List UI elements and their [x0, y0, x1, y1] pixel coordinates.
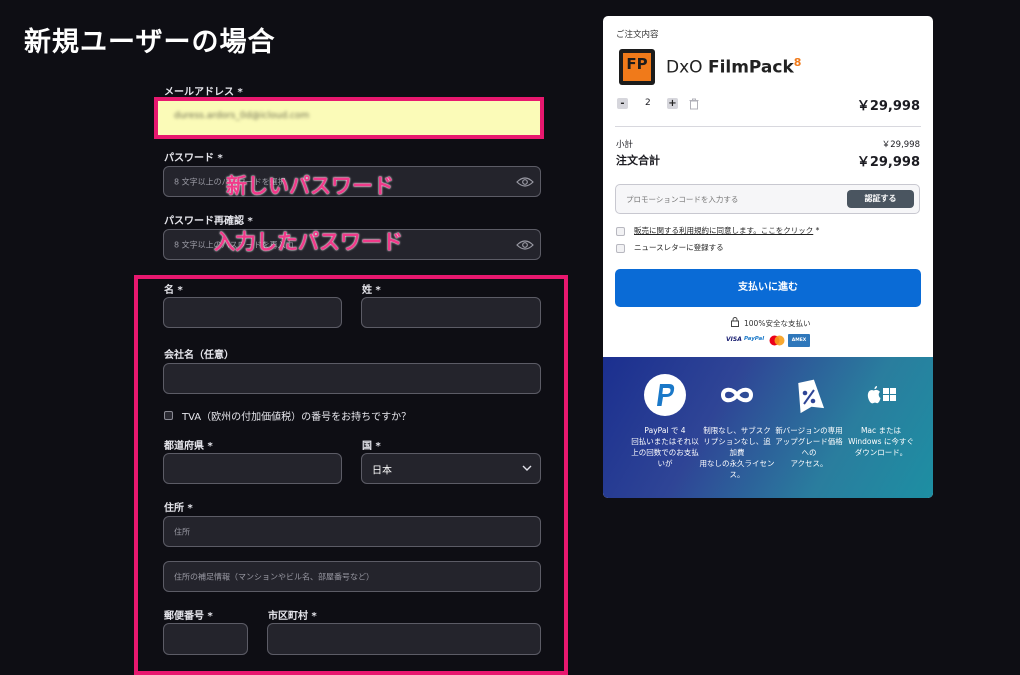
feature-upgrade-text: への — [801, 448, 817, 457]
quantity-value: 2 — [645, 98, 651, 108]
product-version: 8 — [793, 56, 802, 69]
mastercard-icon — [769, 335, 785, 346]
feature-perpetual: 制限なし、サブスク リプションなし、追 加費 用なしの永久ライセン ス。 — [699, 373, 775, 480]
item-price: ￥29,998 — [856, 99, 920, 114]
lock-icon — [731, 317, 739, 327]
feature-upgrade-text: アップグレード価格 — [775, 437, 843, 446]
features-banner: PayPal で 4 回払いまたはそれ以 上の回数でのお支払 いが 制限なし、サ… — [603, 357, 933, 498]
proceed-to-payment-button[interactable]: 支払いに進む — [615, 269, 921, 307]
company-label: 会社名（任意） — [164, 350, 234, 361]
address-label: 住所 * — [164, 503, 193, 514]
feature-download-text: Windows に今すぐ — [848, 437, 914, 446]
trash-icon[interactable] — [689, 98, 699, 110]
email-value: duress.ardors_0d@icloud.com — [174, 111, 310, 121]
divider — [615, 126, 921, 127]
feature-perpetual-text: 加費 — [729, 448, 745, 457]
first-name-input[interactable] — [163, 297, 342, 328]
password-confirm-label: パスワード再確認 * — [164, 216, 253, 227]
postal-input[interactable] — [163, 623, 248, 655]
feature-upgrade: 新バージョンの専用 アップグレード価格 への アクセス。 — [771, 373, 847, 469]
email-field[interactable]: duress.ardors_0d@icloud.com — [154, 97, 544, 139]
increase-quantity-button[interactable]: + — [667, 98, 678, 109]
product-prefix: DxO — [666, 57, 703, 78]
chevron-down-icon — [522, 465, 532, 471]
feature-paypal-text: 上の回数でのお支払 — [631, 448, 699, 457]
address-placeholder: 住所 — [174, 527, 190, 536]
tva-label: TVA（欧州の付加価値税）の番号をお持ちですか？ — [182, 412, 412, 423]
country-select[interactable]: 日本 — [361, 453, 541, 484]
feature-paypal: PayPal で 4 回払いまたはそれ以 上の回数でのお支払 いが — [627, 373, 703, 469]
feature-download-text: ダウンロード。 — [854, 448, 908, 457]
feature-paypal-text: 回払いまたはそれ以 — [631, 437, 699, 446]
promo-apply-button[interactable]: 認証する — [847, 190, 914, 208]
feature-perpetual-text: リプションなし、追 — [703, 437, 771, 446]
password-label: パスワード * — [164, 153, 223, 164]
eye-icon[interactable] — [516, 176, 534, 188]
annotation-entered-password: 入力したパスワード — [214, 230, 403, 254]
terms-link[interactable]: 販売に関する利用規約に同意します。ここをクリック — [634, 226, 813, 235]
country-label: 国 * — [362, 441, 381, 452]
feature-perpetual-text: 制限なし、サブスク — [703, 426, 771, 435]
feature-perpetual-text: 用なしの永久ライセン — [699, 459, 775, 468]
product-logo-text: FP — [626, 55, 648, 73]
annotation-new-password: 新しいパスワード — [226, 174, 394, 198]
terms-label: 販売に関する利用規約に同意します。ここをクリック * — [634, 225, 819, 236]
last-name-input[interactable] — [361, 297, 541, 328]
visa-logo: VISA — [726, 336, 742, 343]
page-title: 新規ユーザーの場合 — [24, 27, 276, 58]
feature-perpetual-text: ス。 — [729, 470, 745, 479]
product-logo: FP — [619, 49, 655, 85]
feature-upgrade-text: アクセス。 — [790, 459, 828, 468]
paypal-logo: PayPal — [744, 336, 765, 342]
company-input[interactable] — [163, 363, 541, 394]
amex-logo: AMEX — [788, 334, 810, 347]
promo-placeholder: プロモーションコードを入力する — [626, 195, 739, 204]
secure-payment-text: 100%安全な支払い — [744, 319, 811, 328]
discount-tag-icon — [798, 379, 825, 414]
order-summary-panel: ご注文内容 FP DxO FilmPack8 - 2 + ￥29,998 小計 … — [603, 16, 933, 498]
prefecture-input[interactable] — [163, 453, 342, 484]
infinity-icon — [720, 387, 754, 403]
subtotal-label: 小計 — [616, 140, 634, 150]
tva-checkbox[interactable] — [164, 411, 173, 420]
feature-download-text: Mac または — [860, 426, 902, 435]
feature-paypal-text: いが — [657, 459, 673, 468]
terms-required: * — [815, 226, 820, 235]
first-name-label: 名 * — [164, 285, 183, 296]
last-name-label: 姓 * — [362, 285, 381, 296]
order-header: ご注文内容 — [616, 30, 659, 40]
feature-download: Mac または Windows に今すぐ ダウンロード。 — [843, 373, 919, 458]
subtotal-value: ￥29,998 — [881, 140, 920, 150]
terms-checkbox[interactable] — [616, 227, 625, 236]
eye-icon[interactable] — [516, 239, 534, 251]
city-input[interactable] — [267, 623, 541, 655]
prefecture-label: 都道府県 * — [164, 441, 213, 452]
address-input[interactable]: 住所 — [163, 516, 541, 547]
feature-paypal-text: PayPal で 4 — [644, 426, 686, 435]
address2-input[interactable]: 住所の補足情報（マンションやビル名、部屋番号など） — [163, 561, 541, 592]
feature-upgrade-text: 新バージョンの専用 — [775, 426, 843, 435]
total-value: ￥29,998 — [856, 155, 920, 170]
promo-code-input[interactable]: プロモーションコードを入力する 認証する — [615, 184, 920, 214]
newsletter-checkbox[interactable] — [616, 244, 625, 253]
email-label: メールアドレス * — [164, 87, 243, 98]
product-name: DxO FilmPack8 — [666, 56, 801, 78]
product-title: FilmPack — [707, 57, 794, 78]
newsletter-label: ニュースレターに登録する — [634, 243, 724, 252]
total-label: 注文合計 — [616, 154, 660, 167]
paypal-icon — [644, 374, 686, 416]
decrease-quantity-button[interactable]: - — [617, 98, 628, 109]
postal-label: 郵便番号 * — [164, 611, 213, 622]
address2-placeholder: 住所の補足情報（マンションやビル名、部屋番号など） — [174, 572, 374, 581]
city-label: 市区町村 * — [268, 611, 317, 622]
apple-windows-icon — [867, 386, 896, 404]
country-value: 日本 — [372, 465, 392, 476]
